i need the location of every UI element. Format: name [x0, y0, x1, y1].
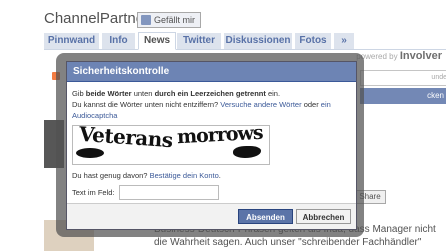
instruction-prefix: Gib — [72, 89, 84, 98]
dialog-body: Gib beide Wörter unten durch ein Leerzei… — [67, 82, 356, 200]
or-text: oder — [303, 100, 319, 109]
submit-button[interactable]: Absenden — [238, 209, 293, 224]
instruction-bold-1: beide Wörter — [85, 89, 132, 98]
instruction-bold-2: durch ein Leerzeichen getrennt — [154, 89, 266, 98]
dialog-footer: Absenden Abbrechen — [67, 203, 356, 229]
captcha-blob — [76, 148, 104, 158]
fed-up-text: Du hast genug davon? — [72, 171, 148, 180]
cant-read-line: Du kannst die Wörter unten nicht entziff… — [72, 99, 351, 121]
captcha-input[interactable] — [118, 185, 219, 200]
fed-up-line: Du hast genug davon? Bestätige dein Kont… — [72, 170, 351, 181]
try-other-words-link[interactable]: Versuche andere Wörter — [220, 100, 301, 109]
captcha-word-2: morrows — [176, 121, 264, 149]
confirm-account-link[interactable]: Bestätige dein Konto — [150, 171, 219, 180]
dialog-title: Sicherheitskontrolle — [67, 62, 356, 82]
instruction-suffix: ein. — [267, 89, 281, 98]
security-dialog: Sicherheitskontrolle Gib beide Wörter un… — [66, 61, 357, 230]
instruction-mid: unten — [133, 89, 153, 98]
cant-read-text: Du kannst die Wörter unten nicht entziff… — [72, 100, 219, 109]
captcha-field-label: Text im Feld: — [72, 188, 115, 197]
captcha-word-1: Veterans — [78, 121, 174, 153]
captcha-blob-2 — [233, 146, 261, 158]
cancel-button[interactable]: Abbrechen — [296, 209, 351, 224]
captcha-field-row: Text im Feld: — [72, 185, 351, 200]
period: . — [218, 171, 221, 180]
captcha-image: Veterans morrows — [72, 121, 270, 165]
instruction-line: Gib beide Wörter unten durch ein Leerzei… — [72, 88, 351, 99]
